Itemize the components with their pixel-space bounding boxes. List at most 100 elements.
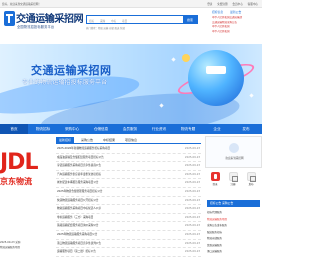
site-name: 交通运输采招网 [16, 14, 84, 25]
search-input[interactable]: 招标 采购 中标 项目 [89, 19, 181, 23]
nav-item-logistics-bid[interactable]: 物流招标 [29, 124, 57, 134]
member-center-link[interactable]: 会员中心 [232, 3, 242, 6]
list-item[interactable]: 零担运输服务（三方）采购项目 2025-09-23 [56, 214, 201, 223]
jdl-logo: JDL 京东物流 [0, 150, 53, 186]
list-item[interactable]: 铁路运输配套服务项目询价采购公告 2025-09-23 [56, 222, 201, 231]
login-button[interactable]: 登录 [207, 172, 223, 186]
list-item-title[interactable]: 城市配送车辆租赁服务采购项目公告 [57, 179, 167, 188]
publish-button[interactable]: 发布 [243, 172, 259, 186]
sidebar-link[interactable]: 采购公告发布服务 [207, 223, 260, 227]
nav-item-news[interactable]: 行业资讯 [145, 124, 173, 134]
ad-caption-line: 物流运输服务项目 [0, 246, 21, 249]
site-logo[interactable]: 交通运输采招网 全国物流招投标服务平台 [4, 10, 84, 34]
list-item-title[interactable]: 成品油运输及仓储配送服务项目招标公告 [57, 154, 167, 163]
banner-subtitle-text: 专业的物流运输招投标服务平台 [22, 80, 108, 86]
notice-button[interactable]: 招标公告 采购公告 [207, 200, 260, 207]
list-item[interactable]: 2025-2026年新疆物流运输服务招标采购项目 2025-09-23 [56, 145, 201, 154]
notice-tab-latest[interactable]: 最新公告 [230, 10, 241, 14]
list-item-date: 2025-09-23 [184, 233, 200, 236]
list-item-title[interactable]: 2025-2026年新疆物流运输服务招标采购项目 [57, 145, 167, 154]
list-item[interactable]: 2025年物流运输服务采购项目公告 2025-09-23 [56, 231, 201, 240]
list-item-date: 2025-09-23 [184, 250, 200, 254]
list-item-title[interactable]: 2025年物流运输服务采购项目公告 [57, 231, 167, 240]
notice-item[interactable]: 中华人民共和国 [212, 30, 260, 35]
list-item[interactable]: 冷链运输服务采购项目竞争性磋商公告 2025-09-23 [56, 162, 201, 171]
login-button-label: 登录 [212, 183, 218, 186]
register-button-label: 注册 [230, 183, 236, 186]
search-category-purchase[interactable]: 采购 [100, 20, 105, 23]
nav-item-warehouse[interactable]: 仓储信息 [87, 124, 115, 134]
sidebar-link[interactable]: 铁路运输服务 [207, 243, 260, 247]
tab-award-result[interactable]: 中标结果 [100, 137, 118, 144]
list-item[interactable]: 运输服务项目（第二批）招标公告 2025-09-23 [56, 248, 201, 257]
notice-head: 招标信息 最新公告 [212, 10, 260, 14]
hot-search[interactable]: 热门搜索：物流 运输 仓储 配送 快递 [86, 26, 125, 30]
nav-item-home[interactable]: 首页 [0, 124, 28, 134]
list-item-date: 2025-09-23 [184, 190, 200, 193]
list-item-date: 2025-09-23 [184, 198, 200, 202]
service-center-link[interactable]: 客服中心 [248, 3, 258, 6]
top-links: 登录 免费注册 会员中心 客服中心 [203, 2, 258, 6]
avatar [229, 143, 239, 153]
register-link[interactable]: 免费注册 [217, 3, 227, 6]
list-item-title[interactable]: 汽车运输服务供应商年度框架协议招标 [57, 171, 167, 180]
list-item-title[interactable]: 铁路运输配套服务项目询价采购公告 [57, 222, 167, 231]
list-item-title[interactable]: 快递物流运输服务项目公开招标公告 [57, 197, 167, 206]
search-category-project[interactable]: 项目 [122, 20, 127, 23]
list-item-date: 2025-09-23 [184, 147, 200, 150]
list-item-date: 2025-09-23 [184, 241, 200, 245]
list-item[interactable]: 2025年物流仓储管理服务项目招标公告 2025-09-23 [56, 188, 201, 197]
list-item-title[interactable]: 港口物流运输服务项目竞争性谈判公告 [57, 240, 167, 249]
register-button[interactable]: 注册 [225, 172, 241, 186]
planet-illustration [188, 50, 244, 106]
nav-item-purchase[interactable]: 采购中心 [58, 124, 86, 134]
list-item[interactable]: 港口物流运输服务项目竞争性谈判公告 2025-09-23 [56, 240, 201, 249]
list-item[interactable]: 快递物流运输服务项目公开招标公告 2025-09-23 [56, 197, 201, 206]
login-link[interactable]: 登录 [207, 3, 212, 6]
search-category-award[interactable]: 中标 [111, 20, 116, 23]
notice-tab-bid[interactable]: 招标信息 [212, 10, 223, 14]
sidebar-link[interactable]: 物流运输服务项目 [207, 217, 260, 221]
list-item-title[interactable]: 零担运输服务（三方）采购项目 [57, 214, 167, 223]
search-box: 招标 采购 中标 项目 搜索 [86, 15, 198, 24]
list-item[interactable]: 成品油运输及仓储配送服务项目招标公告 2025-09-23 [56, 154, 201, 163]
ad-caption: 2025-09-23 采购 物流运输服务项目 [0, 240, 53, 250]
nav-item-topic[interactable]: 物流专题 [174, 124, 202, 134]
publish-icon [246, 172, 256, 182]
list-item-date: 2025-09-23 [184, 215, 200, 219]
list-item-title[interactable]: 冷链运输服务采购项目竞争性磋商公告 [57, 162, 167, 171]
tab-purchase-notice[interactable]: 采购公告 [78, 137, 96, 144]
sidebar-link[interactable]: 港口运输服务 [207, 249, 260, 253]
welcome-text: 您好，欢迎来到交通运输采招网！ [2, 3, 41, 6]
search-button[interactable]: 搜索 [183, 16, 197, 24]
quick-actions: 登录 注册 发布 [207, 170, 260, 200]
search-category-bid[interactable]: 招标 [89, 20, 94, 23]
list-item-date: 2025-09-23 [184, 224, 200, 228]
nav-item-publish[interactable]: 发布 [232, 124, 260, 134]
list-item-title[interactable]: 2025年物流仓储管理服务项目招标公告 [57, 188, 167, 197]
list-item[interactable]: 城市配送车辆租赁服务采购项目公告 2025-09-23 [56, 179, 201, 188]
moon-illustration [182, 54, 190, 62]
sparkle-icon [171, 57, 176, 62]
logo-icon [4, 11, 15, 26]
list-item-title[interactable]: 物资运输服务采购项目中标候选人公示 [57, 205, 167, 214]
user-sidebar: 欢迎来到采招网 登录 注册 发布 招标公告 采购公告 招标代理服务 物流运输服务项… [205, 136, 262, 257]
list-item-title[interactable]: 运输服务项目（第二批）招标公告 [57, 248, 167, 257]
jdl-logo-text: JDL [0, 150, 38, 175]
nav-item-company[interactable]: 企业 [203, 124, 231, 134]
hero-banner[interactable]: 交通运输采招网 专业的物流运输招投标服务平台 [0, 44, 262, 124]
sidebar-link[interactable]: 配送服务招标 [207, 230, 260, 234]
vehicle-illustration [206, 66, 226, 74]
sparkle-icon [249, 93, 254, 98]
sponsor-ad[interactable]: JDL 京东物流 2025-09-23 采购 物流运输服务项目 [0, 136, 53, 257]
tab-latest-bid[interactable]: 最新招标 [56, 137, 75, 144]
tab-project-info[interactable]: 项目信息 [122, 137, 140, 144]
sidebar-link[interactable]: 物流仓储服务 [207, 236, 260, 240]
nav-item-member[interactable]: 会员服务 [116, 124, 144, 134]
list-item[interactable]: 物资运输服务采购项目中标候选人公示 2025-09-23 [56, 205, 201, 214]
site-slogan: 全国物流招投标服务平台 [17, 25, 55, 29]
main-nav: 首页 物流招标 采购中心 仓储信息 会员服务 行业资讯 物流专题 企业 发布 [0, 124, 262, 134]
banner-subtitle: 专业的物流运输招投标服务平台 [19, 76, 209, 86]
list-item[interactable]: 汽车运输服务供应商年度框架协议招标 2025-09-23 [56, 171, 201, 180]
sidebar-link[interactable]: 招标代理服务 [207, 210, 260, 214]
